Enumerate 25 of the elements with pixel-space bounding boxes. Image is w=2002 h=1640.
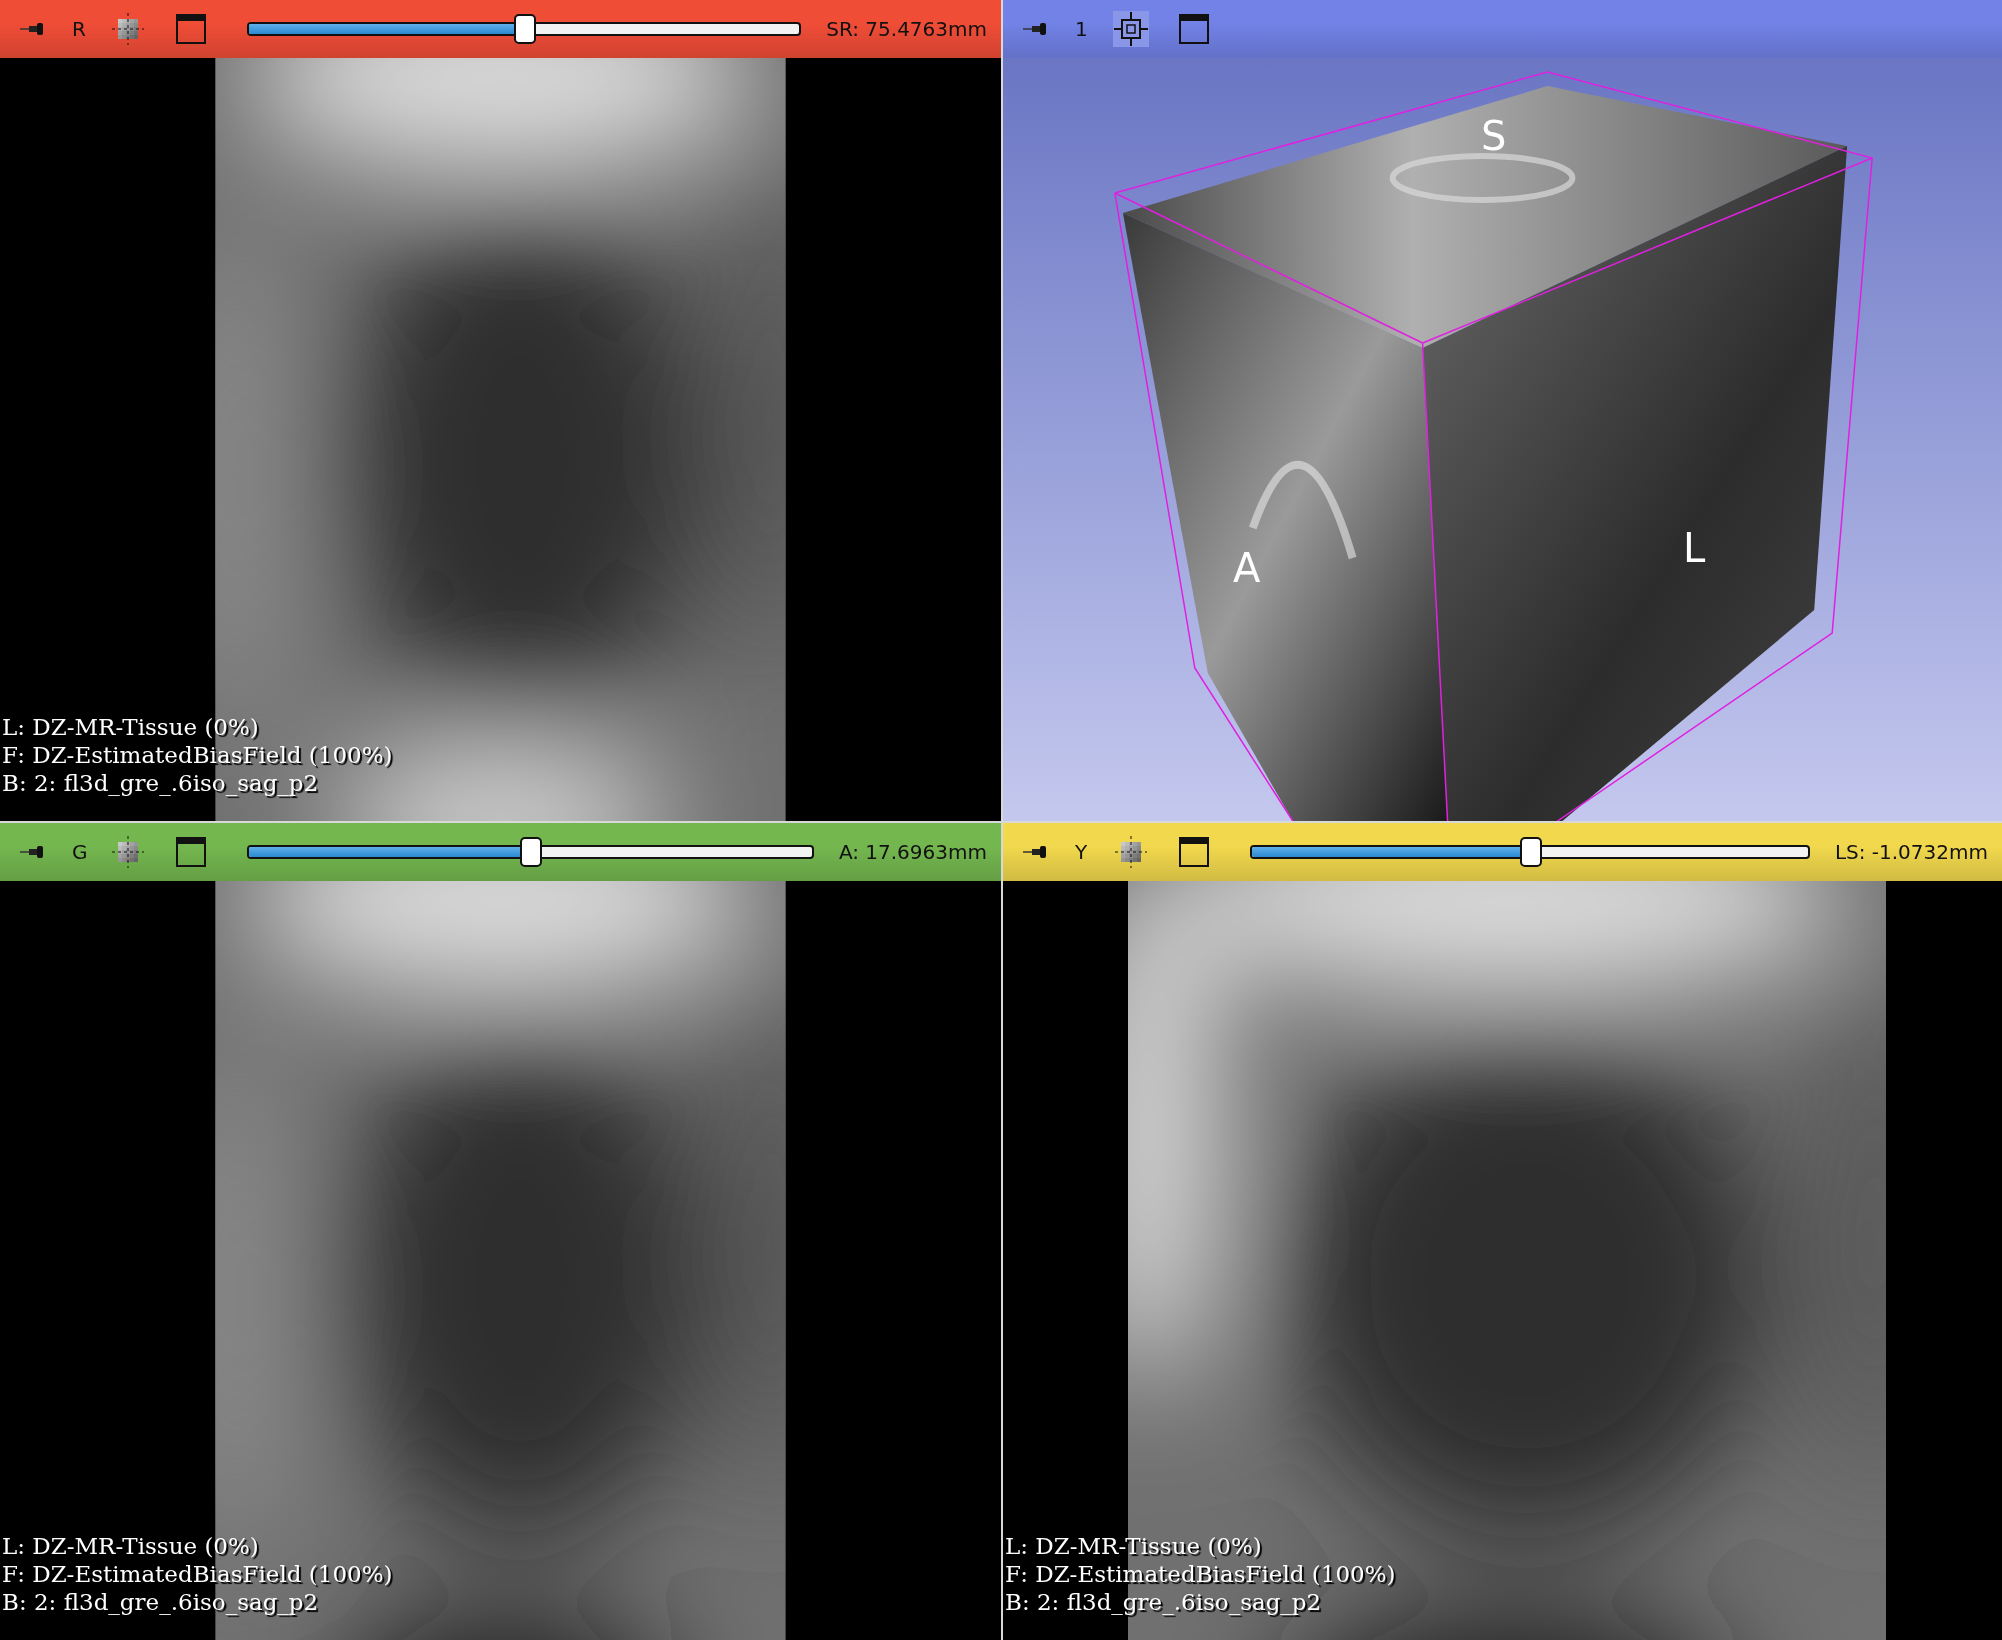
crosshair-icon[interactable]: [1113, 11, 1149, 47]
orientation-label: S: [1481, 116, 1507, 156]
orientation-label: L: [1683, 528, 1706, 568]
slider-thumb[interactable]: [514, 14, 537, 44]
layer-annotation: F: DZ-EstimatedBiasField (100%): [2, 1560, 393, 1588]
slice-offset: SR: 75.4763mm: [826, 17, 987, 41]
window-icon[interactable]: [1179, 837, 1209, 867]
grid-icon[interactable]: [1113, 834, 1149, 870]
grid-icon[interactable]: [110, 11, 146, 47]
slider-thumb[interactable]: [520, 837, 543, 867]
window-icon[interactable]: [176, 837, 206, 867]
layer-annotation: F: DZ-EstimatedBiasField (100%): [2, 741, 393, 769]
layer-annotation: L: DZ-MR-Tissue (0%): [1005, 1532, 1263, 1560]
view-label: Y: [1075, 840, 1089, 864]
window-icon[interactable]: [1179, 14, 1209, 44]
slice-offset: LS: -1.0732mm: [1834, 840, 1988, 864]
layer-annotation: B: 2: fl3d_gre_.6iso_sag_p2: [2, 1588, 320, 1616]
view-label: R: [72, 17, 87, 41]
view-label: G: [72, 840, 89, 864]
slice-offset: A: 17.6963mm: [838, 840, 987, 864]
grid-icon[interactable]: [110, 834, 146, 870]
orientation-label: A: [1233, 548, 1261, 588]
layer-annotation: B: 2: fl3d_gre_.6iso_sag_p2: [2, 769, 320, 797]
view-label: 1: [1075, 17, 1089, 41]
slider-thumb[interactable]: [1519, 837, 1542, 867]
